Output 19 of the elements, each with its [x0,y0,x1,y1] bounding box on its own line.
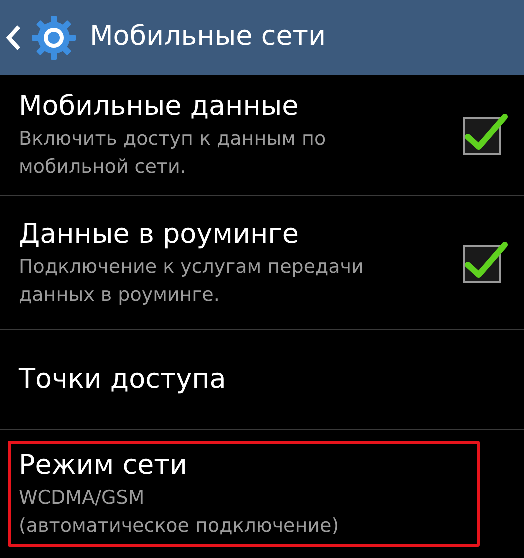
settings-icon [30,14,78,62]
item-title: Данные в роуминге [19,218,300,252]
item-summary: Включить доступ к данным по [19,127,328,152]
settings-item[interactable]: Мобильные данные Включить доступ к данным по мобильной сети. [8,82,516,188]
item-summary: мобильной сети. [19,155,188,180]
item-summary: (автоматическое подключение) [19,514,340,539]
settings-item[interactable]: Данные в роуминге Подключение к услугам передачи данных в роуминге. [8,210,516,316]
settings-item[interactable]: Точки доступа [8,354,516,404]
item-summary: WCDMA/GSM [19,486,146,511]
item-summary: Подключение к услугам передачи [19,254,365,280]
item-title: Мобильные данные [19,90,300,124]
item-title: Режим сети [19,449,188,483]
item-title: Точки доступа [19,362,228,396]
settings-item[interactable]: Режим сети WCDMA/GSM (автоматическое подключение) [8,441,480,547]
checkbox[interactable] [463,113,509,157]
item-summary: данных в роуминге. [19,282,221,308]
back-icon[interactable] [6,24,22,50]
checkbox[interactable] [463,240,509,284]
screen-title: Мобильные сети [90,20,326,54]
